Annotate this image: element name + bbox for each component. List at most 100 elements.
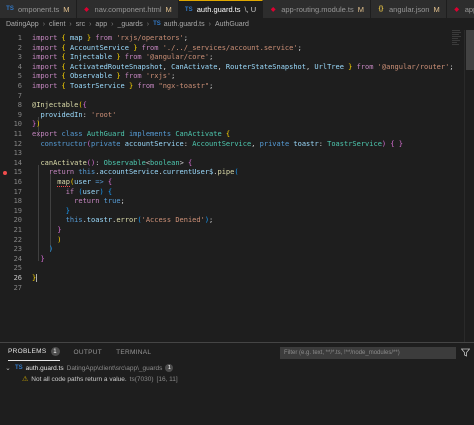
scrollbar-thumb[interactable] — [466, 30, 474, 70]
code-line[interactable]: 25 — [0, 264, 474, 274]
breadcrumb-item[interactable]: client — [49, 21, 65, 28]
breadcrumb-separator-icon: › — [89, 20, 92, 28]
code-line[interactable]: 21 } — [0, 226, 474, 236]
code-line[interactable]: 16 map(user => { — [0, 178, 474, 188]
code-line[interactable]: 19 } — [0, 207, 474, 217]
code-line[interactable]: 3 import { Injectable } from '@angular/co… — [0, 53, 474, 63]
code-text: import { ToastrService } from "ngx-toast… — [32, 82, 214, 90]
chevron-down-icon[interactable]: ⌄ — [4, 364, 12, 372]
breadcrumb-item[interactable]: _guards — [117, 21, 142, 28]
breadcrumb-item[interactable]: auth.guard.ts — [164, 21, 205, 28]
breadcrumb-separator-icon: › — [208, 20, 211, 28]
ts-file-icon: TS — [6, 6, 14, 12]
code-line[interactable]: 8 @Injectable({ — [0, 101, 474, 111]
tab-5[interactable]: ◆app.module.tsM — [446, 0, 474, 18]
code-text: import { Observable } from 'rxjs'; — [32, 72, 176, 81]
breadcrumb-separator-icon: › — [146, 20, 150, 28]
line-number: 13 — [13, 149, 22, 158]
code-line[interactable]: 12 constructor(private accountService: A… — [0, 140, 474, 150]
code-text: canActivate(): Observable<boolean> { — [40, 158, 193, 167]
tab-label: nav.component.html — [94, 4, 162, 14]
breadcrumb-item[interactable]: DatingApp — [6, 21, 39, 28]
warning-icon: ⚠ — [22, 376, 29, 383]
tab-0[interactable]: TS omponent.ts M — [0, 0, 77, 18]
code-text: this.toastr.error('Access Denied'); — [65, 216, 214, 225]
code-line[interactable]: 24 } — [0, 255, 474, 265]
line-number: 22 — [13, 235, 22, 244]
tab-status: M — [433, 4, 440, 14]
filter-icon[interactable] — [460, 348, 471, 357]
problem-file-count: 1 — [165, 364, 174, 372]
tab-label: app.module.ts — [464, 4, 474, 14]
breadcrumb-item[interactable]: AuthGuard — [215, 21, 249, 28]
json-file-icon: {} — [378, 6, 384, 12]
line-number: 19 — [13, 206, 22, 215]
code-line[interactable]: 27 — [0, 284, 474, 294]
tab-1[interactable]: ◆ nav.component.html M — [76, 0, 179, 18]
problem-file-row[interactable]: ⌄ TS auth.guard.ts DatingApp\client\src\… — [4, 363, 174, 373]
line-number: 10 — [13, 120, 22, 129]
line-number: 26 — [13, 274, 22, 282]
line-number: 11 — [13, 130, 22, 138]
line-number: 1 — [17, 34, 22, 42]
code-line[interactable]: 2 import { AccountService } from './../_s… — [0, 44, 474, 54]
tab-3[interactable]: ◆ app-routing.module.ts M — [263, 0, 372, 18]
tab-4[interactable]: {} angular.json M — [371, 0, 447, 18]
code-text: import { map } from 'rxjs/operators'; — [32, 34, 188, 42]
code-text: } — [57, 226, 62, 234]
breadcrumb-item[interactable]: src — [76, 21, 85, 28]
code-text: import { AccountService } from './../_se… — [32, 43, 302, 52]
problem-item[interactable]: ⚠ Not all code paths return a value. ts(… — [22, 374, 178, 384]
breadcrumb-separator-icon: › — [111, 20, 114, 28]
typescript-file-icon: TS — [15, 365, 23, 371]
tab-status: M — [63, 4, 70, 14]
code-line[interactable]: 1 import { map } from 'rxjs/operators'; — [0, 34, 474, 44]
code-line[interactable]: 11 export class AuthGuard implements CanA… — [0, 130, 474, 140]
tab-2[interactable]: TS auth.guard.ts \, U — [178, 0, 264, 18]
breadcrumb-separator-icon: › — [69, 20, 72, 28]
problem-location: [16, 11] — [156, 375, 178, 383]
tab-terminal[interactable]: TERMINAL — [116, 343, 151, 361]
code-text: providedIn: 'root' — [40, 110, 117, 119]
tab-status: \, U — [244, 5, 257, 14]
editor-scrollbar[interactable] — [464, 30, 474, 342]
tab-problems-label: PROBLEMS — [8, 348, 47, 355]
line-number: 6 — [17, 82, 22, 90]
code-line[interactable]: 20 this.toastr.error('Access Denied'); — [0, 216, 474, 226]
line-number: 24 — [13, 254, 22, 263]
code-text: if (user) { — [65, 187, 113, 196]
tab-output[interactable]: OUTPUT — [74, 343, 103, 361]
code-editor[interactable]: 1 import { map } from 'rxjs/operators'; 2 i… — [0, 30, 474, 342]
problem-count-badge: 1 — [50, 347, 60, 356]
editor-tab-bar: TS omponent.ts M ◆ nav.component.html M TS auth… — [0, 0, 474, 18]
code-line[interactable]: 14 canActivate(): Observable<boolean> { — [0, 159, 474, 169]
code-line[interactable]: 6 import { ToastrService } from "ngx-toas… — [0, 82, 474, 92]
problem-code: ts(7030) — [129, 375, 154, 383]
code-line[interactable]: 7 — [0, 92, 474, 102]
tab-problems[interactable]: PROBLEMS 1 — [8, 343, 60, 361]
angular-file-icon: ◆ — [454, 6, 460, 13]
code-line[interactable]: 26} — [0, 274, 474, 284]
code-line[interactable]: 5 import { Observable } from 'rxjs'; — [0, 72, 474, 82]
problems-filter-input[interactable]: Filter (e.g. text, **/*.ts, !**/node_mod… — [280, 347, 456, 359]
code-line[interactable]: 17 if (user) { — [0, 188, 474, 198]
line-number: 8 — [17, 101, 22, 110]
code-line[interactable]: 4 import { ActivatedRouteSnapshot, CanAct… — [0, 63, 474, 73]
code-line[interactable]: 10}) — [0, 120, 474, 130]
line-number: 3 — [17, 53, 22, 62]
code-text: import { ActivatedRouteSnapshot, CanActi… — [32, 62, 454, 71]
line-number: 4 — [17, 62, 22, 71]
code-line[interactable]: 15 return this.accountService.currentUse… — [0, 168, 474, 178]
code-line[interactable]: 22 ) — [0, 236, 474, 246]
code-line[interactable]: 23 ) — [0, 245, 474, 255]
minimap[interactable] — [452, 30, 462, 60]
code-line[interactable]: 13 — [0, 149, 474, 159]
line-number: 14 — [13, 158, 22, 167]
code-line[interactable]: 18 return true; — [0, 197, 474, 207]
breadcrumb-item[interactable]: app — [95, 21, 107, 28]
code-text: map(user => { — [57, 178, 113, 187]
breadcrumb-separator-icon: › — [42, 20, 46, 28]
problem-file-path: DatingApp\client\src\app\_guards — [66, 364, 163, 372]
code-line[interactable]: 9 providedIn: 'root' — [0, 111, 474, 121]
bottom-panel: PROBLEMS 1 OUTPUT TERMINAL Filter (e.g. … — [0, 342, 474, 425]
